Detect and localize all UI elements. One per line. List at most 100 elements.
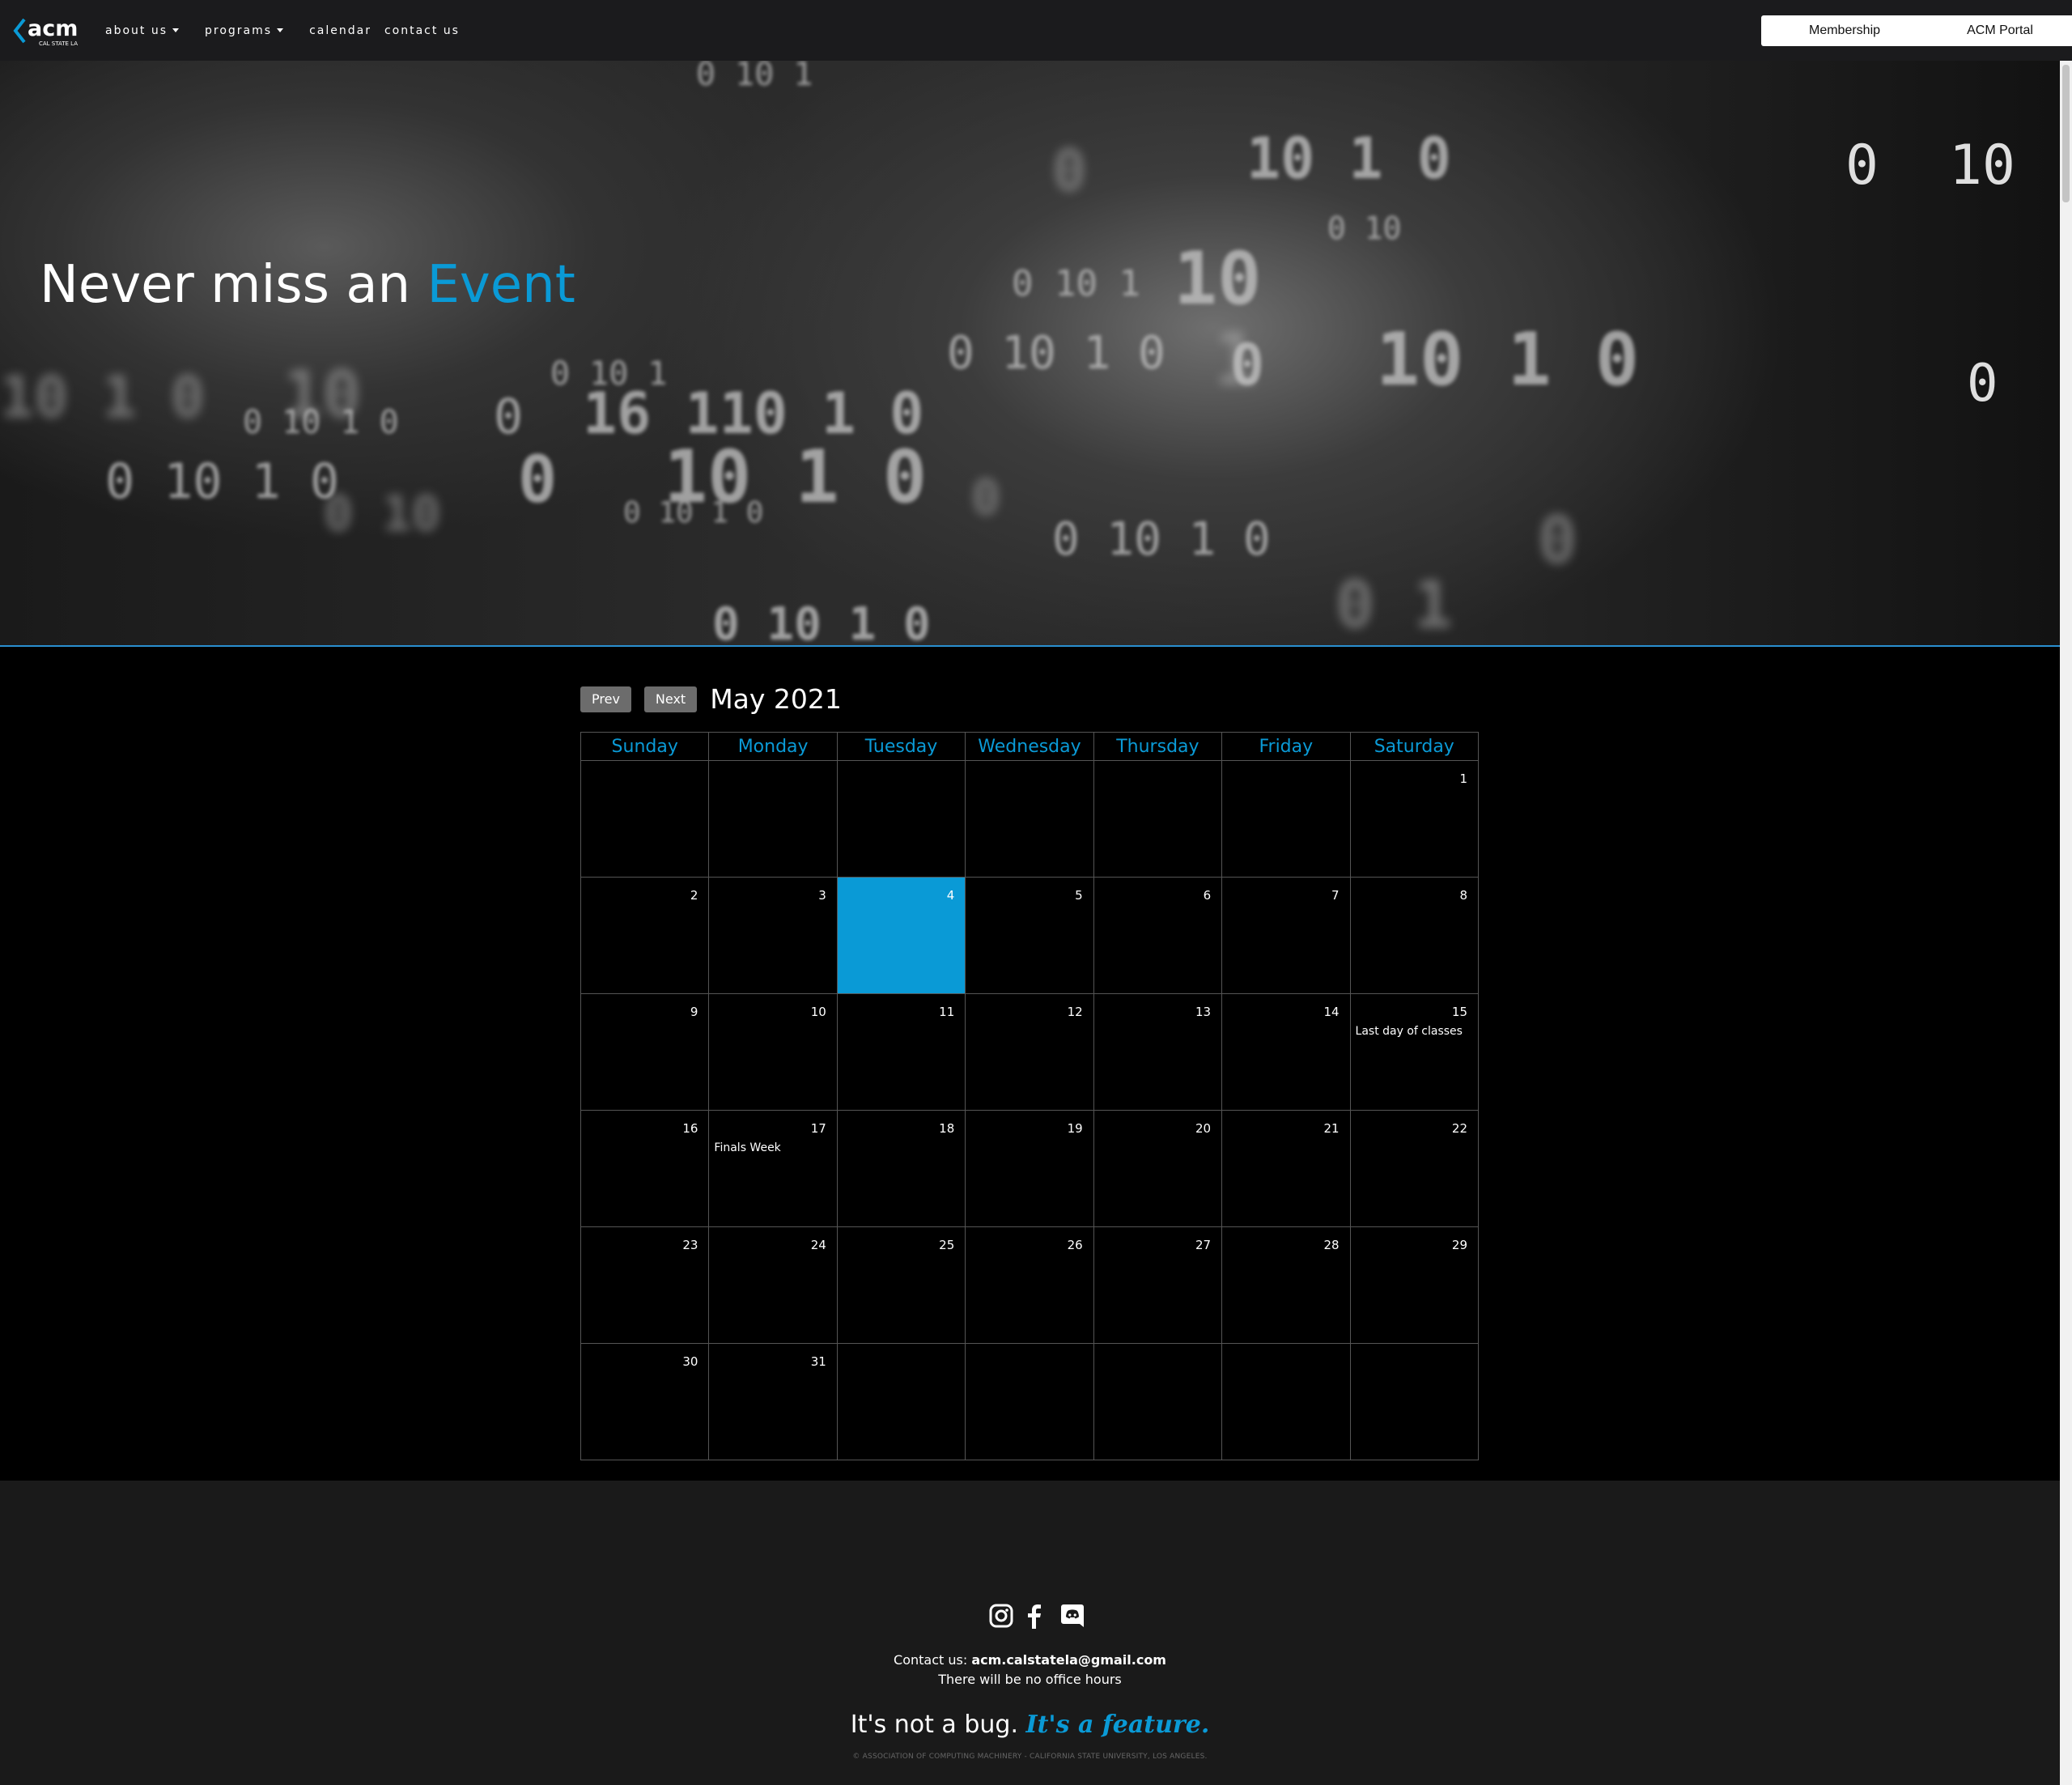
calendar-week-row: 1 xyxy=(580,760,1480,878)
calendar-day-cell[interactable]: 14 xyxy=(1221,993,1351,1111)
prev-month-button[interactable]: Prev xyxy=(580,686,631,712)
svg-text:0 10 1 0: 0 10 1 0 xyxy=(947,327,1166,380)
calendar-day-cell[interactable]: 11 xyxy=(836,993,966,1111)
calendar-day-cell[interactable]: 13 xyxy=(1093,993,1223,1111)
weekday-tuesday: Tuesday xyxy=(836,732,966,761)
calendar-day-cell[interactable]: 2 xyxy=(580,877,710,994)
day-number: 20 xyxy=(1195,1121,1212,1136)
day-number: 26 xyxy=(1067,1238,1083,1252)
day-number: 19 xyxy=(1067,1121,1083,1136)
calendar-day-cell[interactable]: 20 xyxy=(1093,1110,1223,1227)
svg-text:0 10: 0 10 xyxy=(324,486,441,542)
calendar-empty-cell xyxy=(1093,1343,1223,1460)
weekday-saturday: Saturday xyxy=(1349,732,1480,761)
day-number: 13 xyxy=(1195,1005,1212,1019)
weekday-monday: Monday xyxy=(708,732,838,761)
svg-text:0: 0 xyxy=(1230,332,1264,398)
calendar-day-cell[interactable]: 8 xyxy=(1349,877,1480,994)
scrollbar-thumb[interactable] xyxy=(2062,65,2070,202)
calendar-day-cell[interactable]: 7 xyxy=(1221,877,1351,994)
page-scrollbar[interactable] xyxy=(2060,61,2072,1785)
calendar-empty-cell xyxy=(580,760,710,878)
contact-email-link[interactable]: acm.calstatela@gmail.com xyxy=(971,1652,1166,1668)
calendar-day-cell[interactable]: 22 xyxy=(1349,1110,1480,1227)
day-number: 31 xyxy=(810,1354,826,1369)
calendar-day-cell[interactable]: 24 xyxy=(708,1226,838,1344)
calendar-day-cell[interactable]: 25 xyxy=(836,1226,966,1344)
svg-text:0: 0 xyxy=(1967,354,1998,414)
instagram-icon[interactable] xyxy=(989,1603,1013,1629)
calendar-day-cell[interactable]: 19 xyxy=(965,1110,1094,1227)
calendar-week-row: 23 24 25 26 27 28 29 xyxy=(580,1226,1480,1344)
acm-logo[interactable]: acm CAL STATE LA xyxy=(13,11,79,50)
nav-about-us[interactable]: about us xyxy=(105,24,180,37)
calendar-day-cell[interactable]: 9 xyxy=(580,993,710,1111)
hero-title-accent: Event xyxy=(427,255,575,315)
nav-programs[interactable]: programs xyxy=(205,24,284,37)
calendar-grid: Sunday Monday Tuesday Wednesday Thursday… xyxy=(580,732,1480,1460)
nav-calendar[interactable]: calendar xyxy=(309,24,372,37)
calendar-empty-cell xyxy=(708,760,838,878)
day-number: 9 xyxy=(690,1005,698,1019)
calendar-day-cell[interactable]: 26 xyxy=(965,1226,1094,1344)
calendar-day-cell[interactable]: 29 xyxy=(1349,1226,1480,1344)
svg-text:0 10 1: 0 10 1 xyxy=(1012,263,1140,304)
svg-text:0 10 1 0: 0 10 1 0 xyxy=(1052,513,1271,566)
day-number: 16 xyxy=(682,1121,698,1136)
calendar-day-cell[interactable]: 21 xyxy=(1221,1110,1351,1227)
membership-button[interactable]: Membership xyxy=(1761,15,1928,46)
facebook-icon[interactable] xyxy=(1025,1603,1049,1629)
day-number: 22 xyxy=(1451,1121,1467,1136)
svg-text:0 10 1 0: 0 10 1 0 xyxy=(623,496,763,529)
svg-text:0 1: 0 1 xyxy=(1335,567,1453,643)
binary-background-image: 10 1 0 10 0 1 0 1 0 0 10 0 0 10 1 10 1 0… xyxy=(0,61,2015,645)
day-number: 10 xyxy=(810,1005,826,1019)
copyright-text: © ASSOCIATION OF COMPUTING MACHINERY - C… xyxy=(852,1753,1208,1761)
calendar-day-cell[interactable]: 6 xyxy=(1093,877,1223,994)
calendar-day-cell[interactable]: 27 xyxy=(1093,1226,1223,1344)
calendar-day-cell[interactable]: 12 xyxy=(965,993,1094,1111)
day-number: 3 xyxy=(818,888,826,903)
weekday-thursday: Thursday xyxy=(1093,732,1223,761)
calendar-day-cell[interactable]: 3 xyxy=(708,877,838,994)
weekday-wednesday: Wednesday xyxy=(965,732,1094,761)
day-number: 23 xyxy=(682,1238,698,1252)
calendar-event[interactable]: Last day of classes xyxy=(1356,1025,1463,1038)
nav-links: about us programs calendar contact us xyxy=(105,0,460,61)
month-title: May 2021 xyxy=(710,683,842,715)
calendar-week-row: 16 17 Finals Week 18 19 20 21 22 xyxy=(580,1110,1480,1227)
nav-contact-us[interactable]: contact us xyxy=(384,24,460,37)
calendar-day-cell[interactable]: 23 xyxy=(580,1226,710,1344)
calendar-day-cell[interactable]: 16 xyxy=(580,1110,710,1227)
day-number: 15 xyxy=(1451,1005,1467,1019)
day-number: 5 xyxy=(1075,888,1083,903)
calendar-event[interactable]: Finals Week xyxy=(714,1141,780,1154)
svg-text:0 10 1 0: 0 10 1 0 xyxy=(105,453,339,510)
discord-icon[interactable] xyxy=(1060,1603,1085,1629)
calendar-day-cell[interactable]: 28 xyxy=(1221,1226,1351,1344)
day-number: 6 xyxy=(1203,888,1212,903)
day-number: 2 xyxy=(690,888,698,903)
calendar-day-cell[interactable]: 30 xyxy=(580,1343,710,1460)
calendar-day-cell[interactable]: 15 Last day of classes xyxy=(1349,993,1480,1111)
calendar-day-cell[interactable]: 17 Finals Week xyxy=(708,1110,838,1227)
acm-portal-button[interactable]: ACM Portal xyxy=(1917,15,2072,46)
calendar-day-cell[interactable]: 31 xyxy=(708,1343,838,1460)
svg-text:0: 0 xyxy=(1538,503,1577,578)
day-number: 24 xyxy=(810,1238,826,1252)
calendar-empty-cell xyxy=(836,1343,966,1460)
calendar-day-cell[interactable]: 5 xyxy=(965,877,1094,994)
calendar-day-cell[interactable]: 10 xyxy=(708,993,838,1111)
weekday-friday: Friday xyxy=(1221,732,1351,761)
calendar-week-row: 9 10 11 12 13 14 15 Last day of classes xyxy=(580,993,1480,1111)
calendar-empty-cell xyxy=(965,760,1094,878)
hero-banner: 10 1 0 10 0 1 0 1 0 0 10 0 0 10 1 10 1 0… xyxy=(0,61,2060,647)
calendar-header: Prev Next May 2021 xyxy=(580,683,842,715)
next-month-button[interactable]: Next xyxy=(643,686,698,712)
svg-text:0: 0 xyxy=(1845,134,1879,198)
calendar-day-cell[interactable]: 4 xyxy=(836,877,966,994)
calendar-day-cell[interactable]: 18 xyxy=(836,1110,966,1227)
svg-text:10 1 0: 10 1 0 xyxy=(1376,317,1639,402)
calendar-day-cell[interactable]: 1 xyxy=(1349,760,1480,878)
calendar-empty-cell xyxy=(1093,760,1223,878)
